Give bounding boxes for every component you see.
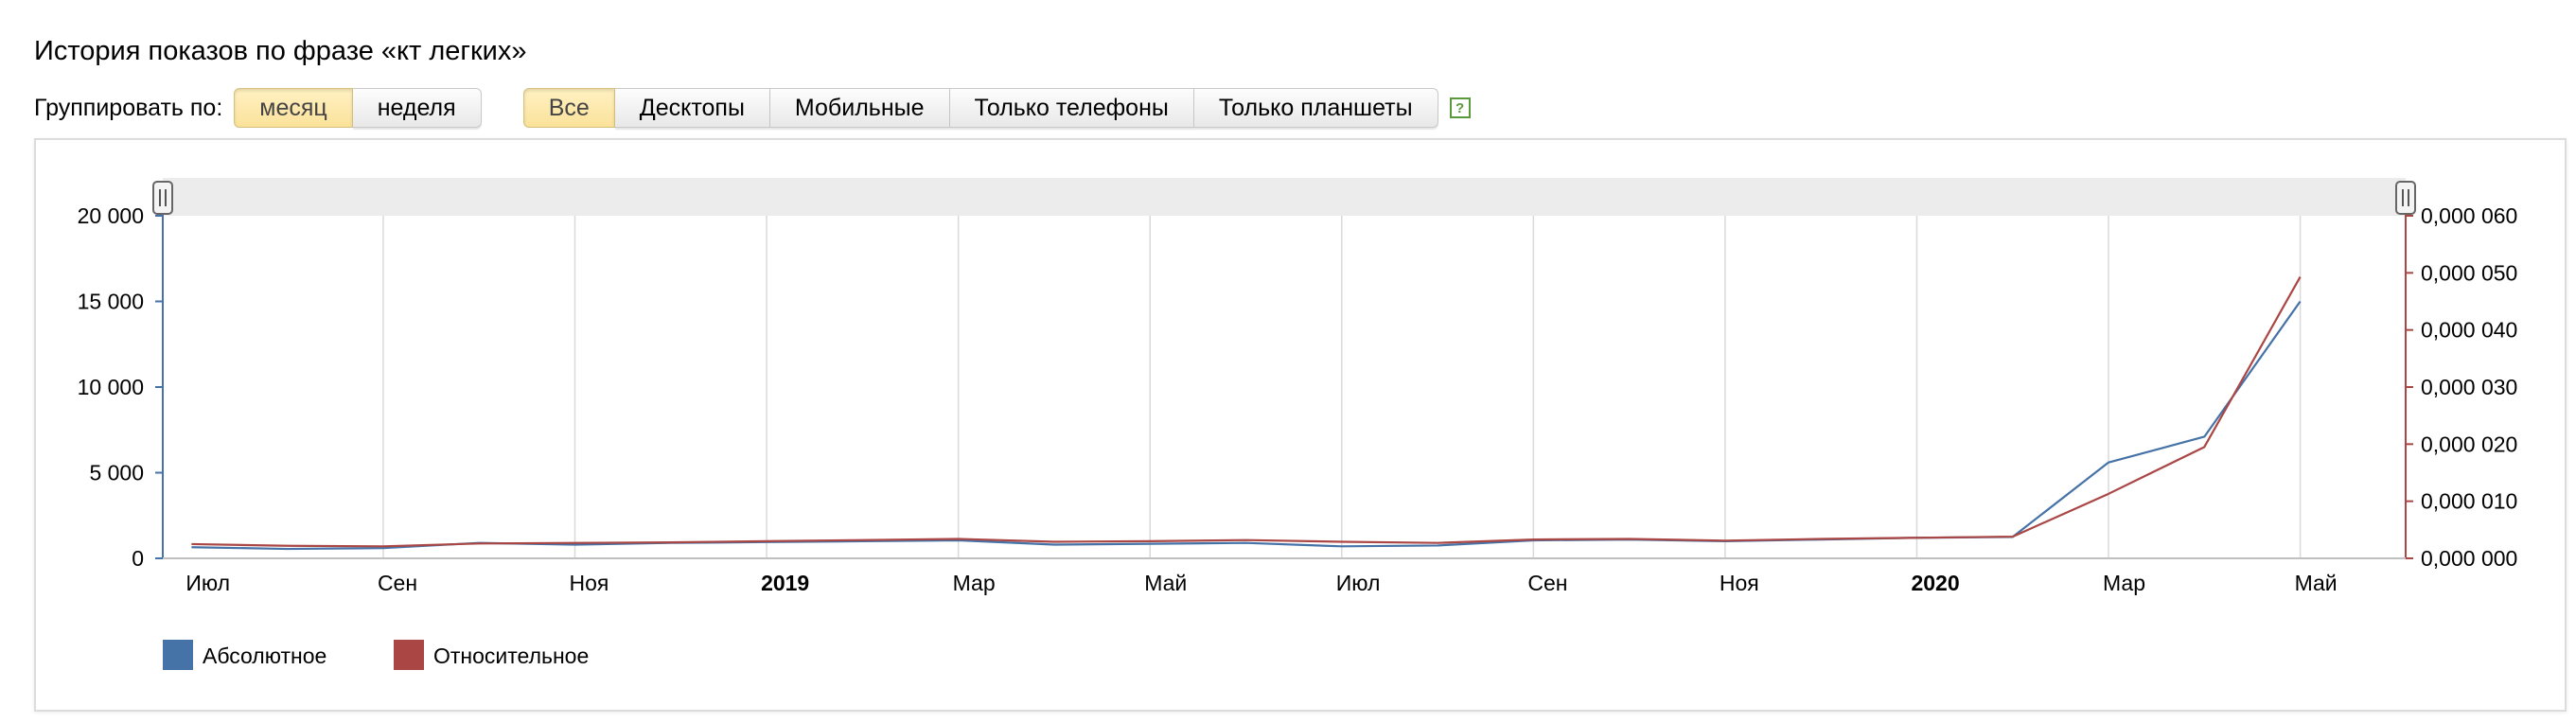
device-filter-buttons: Все Десктопы Мобильные Только телефоны Т… — [522, 88, 1438, 128]
series-line-relative — [191, 276, 2302, 548]
controls-bar: Группировать по: месяц неделя Все Дескто… — [34, 87, 1471, 129]
x-tick-label: Мар — [2103, 571, 2145, 595]
help-icon[interactable]: ? — [1449, 97, 1471, 118]
y-right-tick-label: 0,000 020 — [2421, 432, 2517, 456]
point-absolute — [190, 546, 193, 549]
navigator-right-handle[interactable] — [2395, 181, 2416, 215]
point-relative — [1244, 538, 1247, 541]
point-absolute — [1340, 545, 1343, 548]
y-left-tick-label: 15 000 — [78, 290, 144, 314]
point-relative — [190, 542, 193, 545]
y-left-tick-label: 0 — [132, 546, 144, 571]
x-tick-label: 2020 — [1911, 571, 1959, 595]
x-tick-label: Май — [1144, 571, 1187, 595]
legend-swatch-relative[interactable] — [394, 640, 424, 670]
point-absolute — [1052, 543, 1055, 546]
point-relative — [1437, 541, 1439, 544]
point-relative — [1340, 540, 1343, 543]
point-relative — [2108, 492, 2110, 495]
x-tick-label: Июл — [185, 571, 230, 595]
x-tick-label: Май — [2295, 571, 2338, 595]
history-chart: 0 5 000 10 000 15 000 20 000 0,000 000 0,000 0… — [78, 178, 2517, 670]
point-relative — [2299, 275, 2302, 278]
y-right-tick-label: 0,000 010 — [2421, 489, 2517, 514]
y-right-tick-label: 0,000 000 — [2421, 546, 2517, 571]
point-absolute — [2299, 300, 2302, 303]
point-absolute — [1149, 542, 1152, 545]
point-absolute — [1437, 544, 1439, 547]
point-relative — [669, 541, 672, 544]
point-relative — [1149, 539, 1152, 542]
range-navigator[interactable] — [163, 178, 2406, 216]
device-tablets-button[interactable]: Только планшеты — [1193, 88, 1438, 128]
page-title: История показов по фразе «кт легких» — [34, 36, 527, 66]
device-mobile-button[interactable]: Мобильные — [769, 88, 950, 128]
y-right-tick-label: 0,000 040 — [2421, 318, 2517, 343]
y-right-tick-label: 0,000 060 — [2421, 203, 2517, 228]
group-by-label: Группировать по: — [34, 94, 223, 121]
series-line-absolute — [191, 300, 2302, 551]
device-desktops-button[interactable]: Десктопы — [614, 88, 770, 128]
point-absolute — [286, 548, 289, 551]
legend-swatch-absolute[interactable] — [163, 640, 193, 670]
x-tick-label: Июл — [1336, 571, 1381, 595]
group-month-button[interactable]: месяц — [234, 88, 353, 128]
x-tick-label: Ноя — [1720, 571, 1759, 595]
y-left-tick-label: 10 000 — [78, 375, 144, 399]
point-relative — [1628, 538, 1631, 540]
point-relative — [478, 542, 481, 545]
x-tick-label: Сен — [378, 571, 417, 595]
device-phones-button[interactable]: Только телефоны — [949, 88, 1194, 128]
point-relative — [573, 541, 576, 544]
point-relative — [2203, 446, 2206, 449]
x-tick-label: 2019 — [761, 571, 809, 595]
point-relative — [766, 539, 768, 542]
point-relative — [1532, 538, 1535, 541]
y-right-tick-label: 0,000 030 — [2421, 375, 2517, 399]
point-relative — [286, 544, 289, 547]
navigator-left-handle[interactable] — [152, 181, 173, 215]
chart-container: 0 5 000 10 000 15 000 20 000 0,000 000 0,000 0… — [34, 138, 2567, 712]
device-all-button[interactable]: Все — [522, 88, 615, 128]
point-relative — [381, 545, 384, 548]
legend-label-absolute[interactable]: Абсолютное — [203, 644, 326, 668]
point-relative — [957, 538, 960, 540]
point-relative — [861, 538, 864, 541]
point-relative — [1052, 540, 1055, 543]
point-absolute — [1244, 541, 1247, 544]
y-left-tick-label: 5 000 — [89, 461, 144, 485]
x-tick-label: Мар — [953, 571, 996, 595]
legend-label-relative[interactable]: Относительное — [433, 644, 589, 668]
point-relative — [1723, 539, 1726, 542]
point-relative — [1820, 538, 1823, 540]
y-right-tick-label: 0,000 050 — [2421, 260, 2517, 285]
x-tick-label: Ноя — [570, 571, 609, 595]
x-tick-label: Сен — [1527, 571, 1567, 595]
group-by-buttons: месяц неделя — [234, 88, 482, 128]
point-absolute — [2108, 461, 2110, 464]
point-relative — [1915, 537, 1918, 539]
point-relative — [2011, 536, 2014, 538]
point-absolute — [2203, 435, 2206, 438]
group-week-button[interactable]: неделя — [352, 88, 482, 128]
y-left-tick-label: 20 000 — [78, 203, 144, 228]
